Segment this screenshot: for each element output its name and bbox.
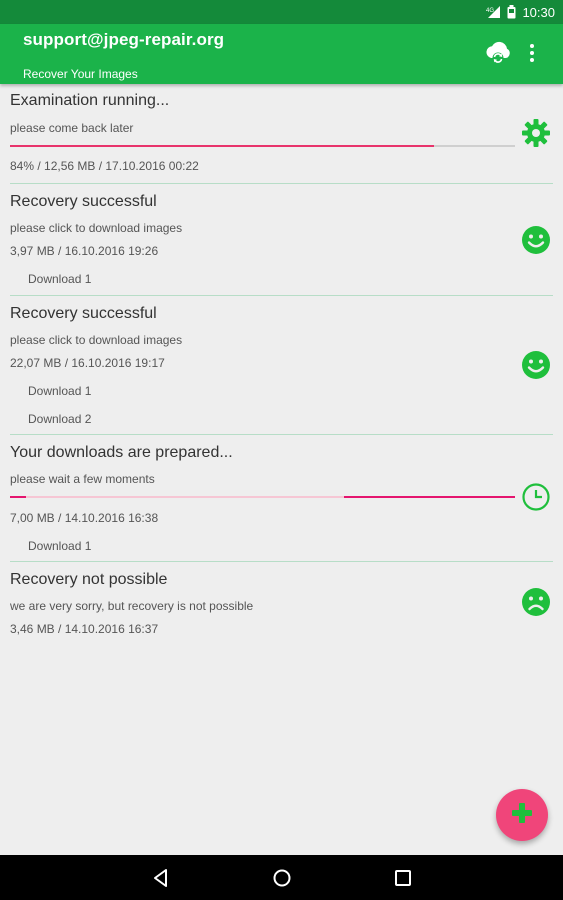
divider: [10, 434, 553, 435]
smiley-happy-icon: [521, 225, 551, 260]
progress-bar: [10, 145, 515, 147]
job-title: Recovery not possible: [10, 571, 168, 588]
job-subtitle: please click to download images: [10, 333, 183, 347]
download-link[interactable]: Download 1: [28, 539, 91, 553]
status-time: 10:30: [522, 4, 555, 20]
smiley-sad-icon: [521, 587, 551, 622]
home-icon[interactable]: [271, 867, 293, 894]
svg-text:4G: 4G: [486, 8, 494, 14]
job-subtitle: please click to download images: [10, 221, 183, 235]
divider: [10, 295, 553, 296]
job-subtitle: we are very sorry, but recovery is not p…: [10, 599, 254, 613]
system-nav-bar: [0, 855, 563, 900]
job-title: Your downloads are prepared...: [10, 444, 233, 461]
app-subtitle: Recover Your Images: [23, 67, 138, 81]
battery-icon: [507, 5, 516, 19]
job-meta: 3,97 MB / 16.10.2016 19:26: [10, 244, 159, 258]
download-link[interactable]: Download 1: [28, 384, 91, 398]
progress-fill: [10, 145, 435, 147]
progress-segment: [344, 496, 515, 498]
progress-segment: [10, 496, 26, 498]
job-meta: 22,07 MB / 16.10.2016 19:17: [10, 356, 165, 370]
indeterminate-progress-bar: [10, 496, 515, 498]
add-job-button[interactable]: [496, 789, 548, 841]
status-bar-right: 4G 10:30: [485, 0, 555, 24]
app-title: support@jpeg-repair.org: [23, 30, 225, 49]
plus-icon: [510, 801, 534, 830]
job-title: Recovery successful: [10, 305, 157, 322]
job-meta: 7,00 MB / 14.10.2016 16:38: [10, 511, 159, 525]
back-icon[interactable]: [150, 867, 172, 894]
job-title: Examination running...: [10, 92, 170, 109]
job-subtitle: please wait a few moments: [10, 472, 155, 486]
overflow-menu-icon[interactable]: [524, 42, 540, 69]
cloud-sync-icon[interactable]: [483, 38, 513, 73]
status-bar: 4G 10:30: [0, 0, 563, 24]
job-meta: 3,46 MB / 14.10.2016 16:37: [10, 622, 159, 636]
job-title: Recovery successful: [10, 193, 157, 210]
divider: [10, 561, 553, 562]
download-link[interactable]: Download 2: [28, 412, 91, 426]
gear-icon: [521, 118, 551, 153]
recents-icon[interactable]: [392, 867, 414, 894]
divider: [10, 183, 553, 184]
clock-icon: [521, 482, 551, 517]
job-meta: 84% / 12,56 MB / 17.10.2016 00:22: [10, 159, 199, 173]
app-bar: support@jpeg-repair.org Recover Your Ima…: [0, 24, 563, 84]
job-subtitle: please come back later: [10, 121, 134, 135]
smiley-happy-icon: [521, 350, 551, 385]
network-icon: 4G: [485, 5, 501, 19]
download-link[interactable]: Download 1: [28, 272, 91, 286]
